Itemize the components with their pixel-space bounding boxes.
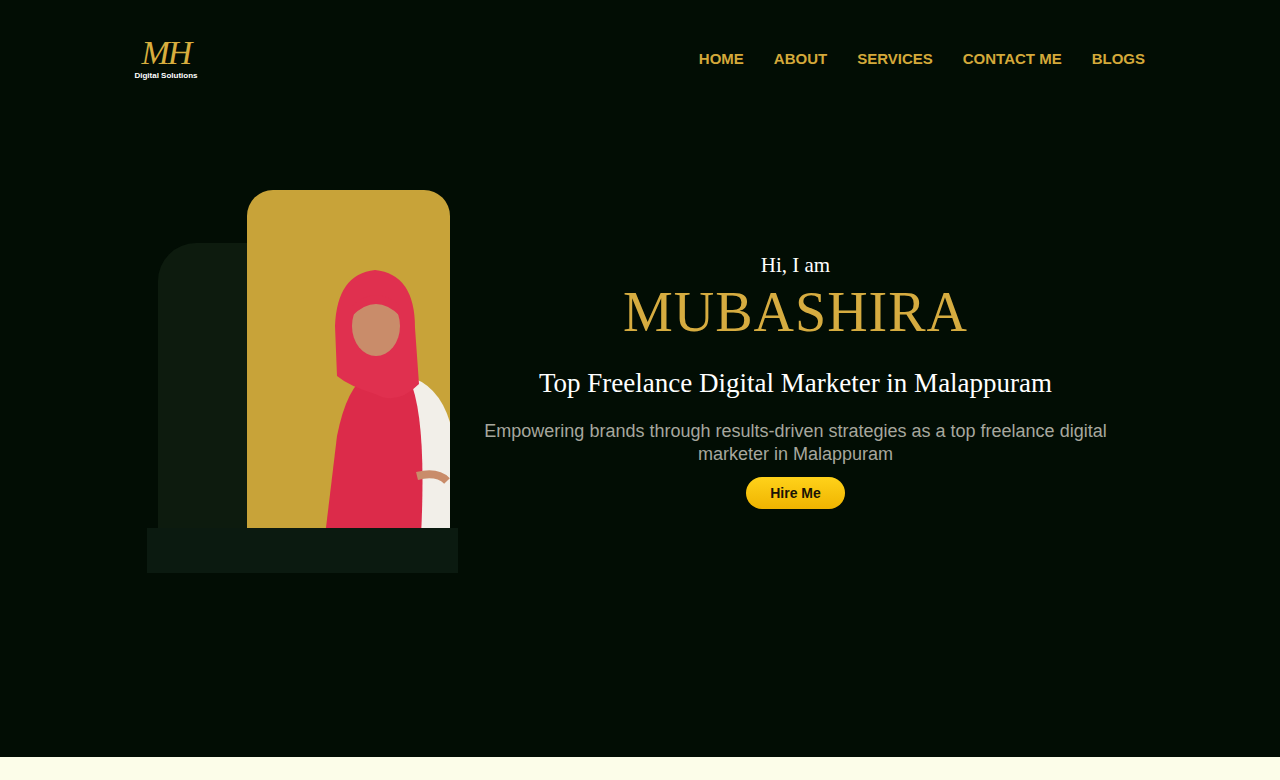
portrait-photo: [297, 266, 450, 532]
gold-panel: [247, 190, 450, 532]
hire-me-button[interactable]: Hire Me: [746, 477, 845, 509]
nav-link[interactable]: SERVICES: [857, 50, 933, 67]
portrait-composition: [147, 190, 458, 573]
logo[interactable]: MHDigital Solutions: [134, 36, 198, 80]
hero-name: MUBASHIRA: [623, 280, 968, 344]
site-header: MHDigital Solutions HOME ABOUT SERVICES CONT…: [0, 0, 1280, 116]
nav-link[interactable]: HOME: [699, 50, 744, 67]
base-shape: [147, 528, 458, 573]
nav-link[interactable]: CONTACT ME: [963, 50, 1062, 67]
greeting: Hi, I am: [761, 252, 830, 278]
hero-description: Empowering brands through results-driven…: [471, 420, 1121, 466]
hero-title: Top Freelance Digital Marketer in Malapp…: [539, 366, 1052, 400]
main-nav: HOME ABOUT SERVICES CONTACT ME BLOGS: [699, 50, 1145, 67]
nav-link[interactable]: ABOUT: [774, 50, 827, 67]
logo-mark: MH: [142, 36, 191, 70]
logo-tagline: Digital Solutions: [134, 71, 197, 80]
next-section-edge: [0, 757, 1280, 780]
portrait-figure: [297, 266, 450, 532]
hero-text: Hi, I amMUBASHIRA Top Freelance Digital M…: [458, 190, 1145, 509]
hero-section: Hi, I amMUBASHIRA Top Freelance Digital M…: [0, 116, 1280, 757]
nav-link[interactable]: BLOGS: [1092, 50, 1145, 67]
